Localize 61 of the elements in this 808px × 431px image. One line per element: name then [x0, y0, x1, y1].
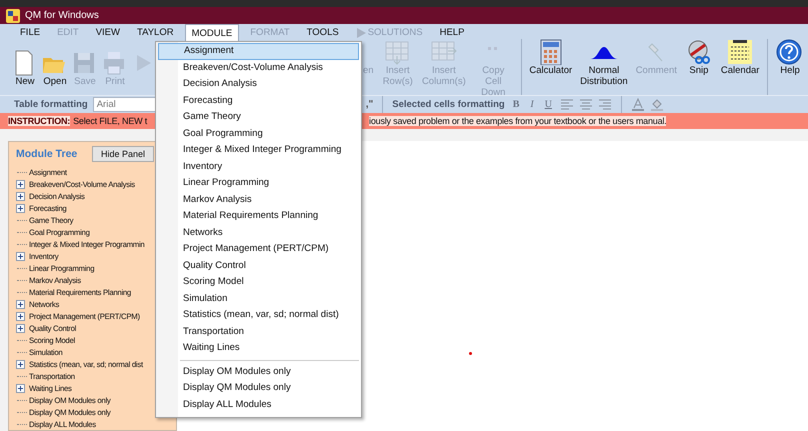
toolbar-label: Selected cells formatting	[392, 99, 505, 110]
toolbar-button[interactable]: Calculator	[525, 38, 576, 76]
calendar-icon	[726, 38, 754, 64]
menu-item[interactable]: Display QM Modules only	[158, 380, 359, 396]
menu-item[interactable]: Game Theory	[158, 109, 359, 126]
menu-item[interactable]: TAYLOR	[130, 24, 180, 41]
menu-item[interactable]: Material Requirements Planning	[158, 208, 359, 224]
font-color-icon[interactable]	[630, 98, 645, 112]
menu-item[interactable]: Networks	[158, 224, 359, 241]
menu-item[interactable]: HELP	[434, 24, 470, 41]
toolbar-label: ,"	[366, 99, 374, 110]
expand-icon[interactable]	[16, 252, 25, 260]
instruction-label: INSTRUCTION:	[8, 116, 70, 126]
quote-icon	[488, 46, 498, 52]
menu-item[interactable]: FILE	[14, 24, 46, 41]
play-icon	[356, 28, 366, 38]
dot-mark	[469, 352, 472, 355]
toolbar-button[interactable]: Normal Distribution	[576, 38, 632, 86]
menu-item[interactable]: Project Management (PERT/CPM)	[158, 241, 359, 258]
menu-item[interactable]: Breakeven/Cost-Volume Analysis	[158, 60, 359, 76]
app-icon	[6, 8, 20, 22]
expand-icon[interactable]	[16, 192, 25, 200]
toolbar-button[interactable]: New	[10, 50, 40, 86]
menu-item[interactable]: Statistics (mean, var, sd; normal dist)	[158, 307, 359, 324]
menu-item[interactable]: Forecasting	[158, 92, 359, 109]
toolbar-button[interactable]: Open	[40, 50, 70, 86]
menu-item[interactable]: Display ALL Modules	[158, 396, 359, 413]
instruction-text: Select FILE, NEW t	[73, 116, 148, 126]
menu-item[interactable]: Linear Programming	[158, 175, 359, 192]
panel-title: Module Tree	[16, 148, 78, 160]
menu-item[interactable]: Transportation	[158, 324, 359, 340]
menu-item[interactable]: MODULE	[184, 24, 240, 41]
menu-item[interactable]: Integer & Mixed Integer Programming	[158, 142, 359, 158]
toolbar-label: Table formatting	[14, 99, 88, 110]
font-field[interactable]: Arial	[92, 97, 156, 112]
menu-item[interactable]: Decision Analysis	[158, 76, 359, 92]
window-title: QM for Windows	[25, 10, 99, 21]
menu-item[interactable]: TOOLS	[300, 24, 345, 41]
menu-item[interactable]: Display OM Modules only	[158, 364, 359, 380]
instruction-text: iously saved problem or the examples from your textbook or the users manual.	[369, 116, 666, 126]
expand-icon[interactable]	[16, 300, 25, 308]
menu-item[interactable]: Assignment	[158, 43, 359, 60]
menu-item[interactable]: Simulation	[158, 290, 359, 307]
expand-icon[interactable]	[16, 324, 25, 332]
expand-icon[interactable]	[16, 360, 25, 368]
menu-item[interactable]: Quality Control	[158, 258, 359, 274]
toolbar-button[interactable]: Help	[772, 38, 808, 76]
help-icon	[776, 38, 804, 64]
expand-icon[interactable]	[16, 204, 25, 212]
menu-item[interactable]: Inventory	[158, 158, 359, 175]
expand-icon[interactable]	[16, 384, 25, 392]
menu-item[interactable]: VIEW	[90, 24, 126, 41]
menu-item[interactable]: Goal Programming	[158, 126, 359, 142]
menu-item[interactable]: Scoring Model	[158, 274, 359, 290]
toolbar-button[interactable]: Calendar	[716, 38, 764, 76]
toolbar-button[interactable]: Snip	[680, 38, 717, 76]
expand-icon[interactable]	[16, 312, 25, 320]
menu-item[interactable]: Waiting Lines	[158, 340, 359, 356]
menu-item[interactable]: Markov Analysis	[158, 192, 359, 208]
expand-icon[interactable]	[16, 180, 25, 188]
hide-panel-button[interactable]: Hide Panel	[92, 146, 154, 162]
